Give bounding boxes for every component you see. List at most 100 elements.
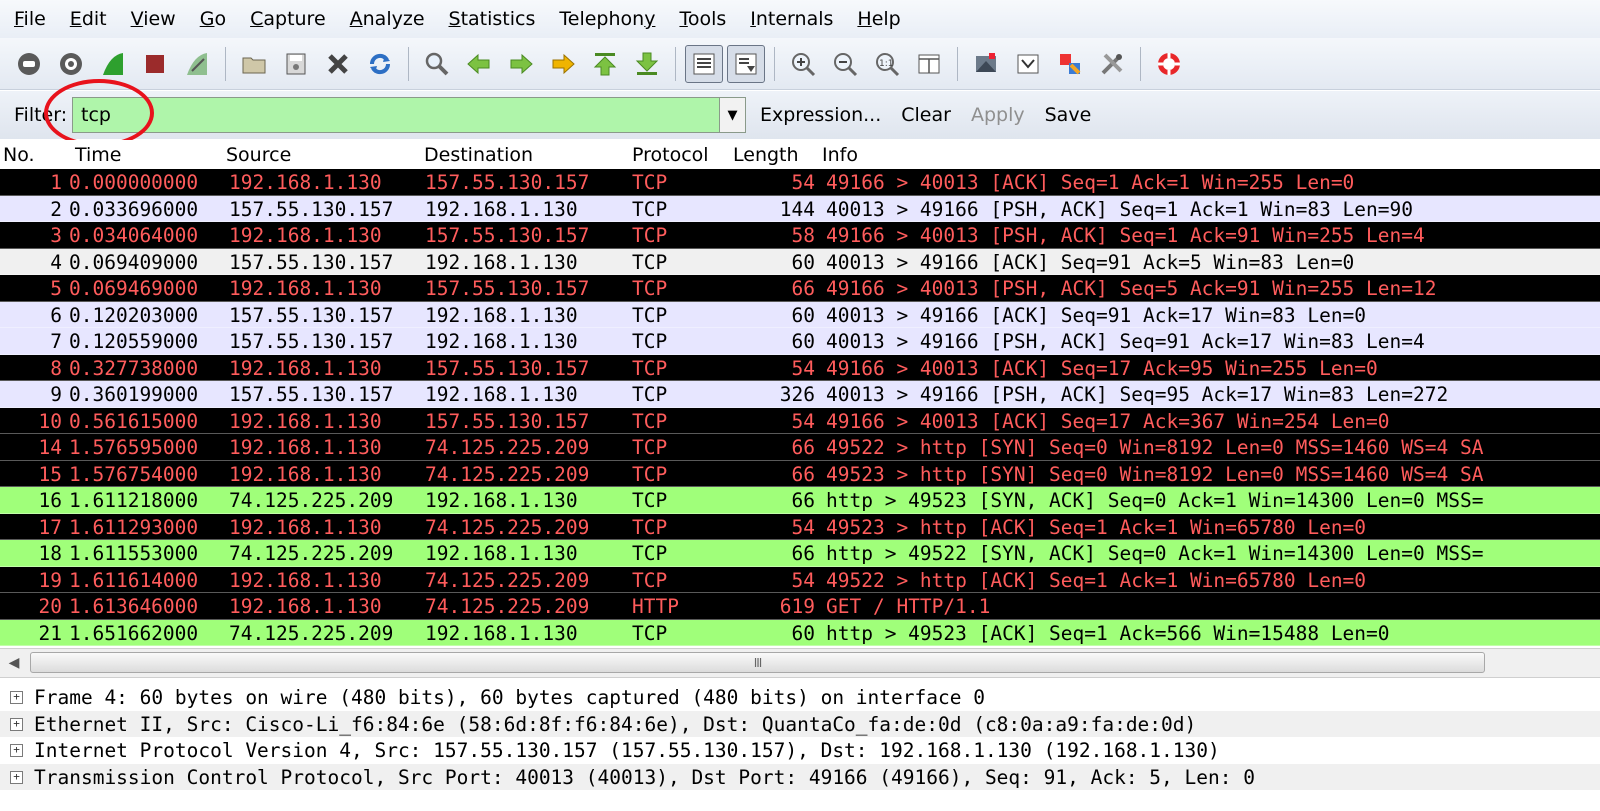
cell-no: 7	[50, 330, 62, 353]
start-capture-icon[interactable]	[94, 45, 132, 83]
packet-row[interactable]: 20 1.613646000 192.168.1.130 74.125.225.209…	[0, 593, 1600, 620]
zoom-out-icon[interactable]	[826, 45, 864, 83]
packet-row[interactable]: 15 1.576754000 192.168.1.130 74.125.225.209…	[0, 460, 1600, 487]
cell-no: 1	[50, 171, 62, 194]
packet-row[interactable]: 5 0.069469000 192.168.1.130 157.55.130.157 T…	[0, 275, 1600, 302]
cell-destination: 157.55.130.157	[425, 224, 590, 247]
help-icon[interactable]	[1150, 45, 1188, 83]
first-packet-icon[interactable]	[586, 45, 624, 83]
menu-help[interactable]: Help	[845, 8, 912, 30]
packet-row[interactable]: 3 0.034064000 192.168.1.130 157.55.130.157 T…	[0, 222, 1600, 249]
open-file-icon[interactable]	[235, 45, 273, 83]
cell-time: 1.576595000	[69, 436, 199, 459]
filter-dropdown-button[interactable]: ▼	[720, 97, 746, 133]
cell-source: 192.168.1.130	[229, 515, 382, 539]
chevron-down-icon: ▼	[727, 107, 738, 123]
capture-options-icon[interactable]	[52, 45, 90, 83]
packet-row[interactable]: 14 1.576595000 192.168.1.130 74.125.225.209…	[0, 434, 1600, 461]
expression-button[interactable]: Expression...	[760, 104, 881, 126]
save-filter-button[interactable]: Save	[1045, 104, 1092, 126]
cell-time: 0.000000000	[69, 171, 199, 194]
clear-button[interactable]: Clear	[901, 104, 951, 126]
interface-list-icon[interactable]	[10, 45, 48, 83]
packet-row[interactable]: 21 1.651662000 74.125.225.209 192.168.1.130…	[0, 619, 1600, 646]
cell-time: 0.120559000	[69, 330, 199, 353]
menu-bar: File Edit View Go Capture Analyze Statistics Te…	[0, 0, 1600, 38]
cell-source: 157.55.130.157	[229, 303, 394, 327]
capture-filters-icon[interactable]	[967, 45, 1005, 83]
find-packet-icon[interactable]	[418, 45, 456, 83]
restart-capture-icon[interactable]	[178, 45, 216, 83]
column-header-length[interactable]: Length	[733, 144, 799, 166]
normal-size-icon[interactable]: 1:1	[868, 45, 906, 83]
menu-mnemonic: S	[448, 8, 461, 30]
cell-info: GET / HTTP/1.1	[826, 595, 991, 618]
coloring-rules-icon[interactable]	[1051, 45, 1089, 83]
column-header-time[interactable]: Time	[75, 144, 122, 166]
toolbar-separator	[1140, 46, 1141, 81]
packet-row[interactable]: 10 0.561615000 192.168.1.130 157.55.130.157…	[0, 407, 1600, 434]
preferences-icon[interactable]	[1093, 45, 1131, 83]
menu-tools[interactable]: Tools	[667, 8, 738, 30]
column-header-info[interactable]: Info	[822, 144, 858, 166]
menu-go[interactable]: Go	[188, 8, 238, 30]
packet-row[interactable]: 6 0.120203000 157.55.130.157 192.168.1.130 T…	[0, 301, 1600, 328]
close-file-icon[interactable]	[319, 45, 357, 83]
menu-statistics[interactable]: Statistics	[437, 8, 548, 30]
toolbar-separator	[225, 46, 226, 81]
reload-icon[interactable]	[361, 45, 399, 83]
colorize-icon[interactable]	[685, 44, 723, 83]
packet-row[interactable]: 4 0.069409000 157.55.130.157 192.168.1.130 T…	[0, 248, 1600, 275]
go-to-packet-icon[interactable]	[544, 45, 582, 83]
packet-list-scrollbar[interactable]: ◀ III	[0, 648, 1600, 678]
packet-row[interactable]: 9 0.360199000 157.55.130.157 192.168.1.130 T…	[0, 381, 1600, 408]
column-header-destination[interactable]: Destination	[424, 144, 533, 166]
go-forward-icon[interactable]	[502, 45, 540, 83]
menu-internals[interactable]: Internals	[738, 8, 845, 30]
menu-file[interactable]: File	[0, 8, 58, 30]
packet-row[interactable]: 17 1.611293000 192.168.1.130 74.125.225.209…	[0, 513, 1600, 540]
menu-capture[interactable]: Capture	[238, 8, 338, 30]
detail-tree-row[interactable]: + Frame 4: 60 bytes on wire (480 bits), 6…	[0, 684, 1600, 711]
save-file-icon[interactable]	[277, 45, 315, 83]
cell-time: 1.613646000	[69, 595, 199, 618]
menu-analyze[interactable]: Analyze	[338, 8, 437, 30]
resize-columns-icon[interactable]	[910, 45, 948, 83]
menu-telephony[interactable]: Telephony	[547, 8, 667, 30]
display-filters-icon[interactable]	[1009, 45, 1047, 83]
scroll-left-arrow-icon[interactable]: ◀	[4, 652, 24, 674]
cell-time: 0.120203000	[69, 303, 199, 327]
zoom-in-icon[interactable]	[784, 45, 822, 83]
menu-edit[interactable]: Edit	[58, 8, 119, 30]
menu-view[interactable]: View	[119, 8, 188, 30]
packet-row[interactable]: 8 0.327738000 192.168.1.130 157.55.130.157 T…	[0, 354, 1600, 381]
detail-tree-row[interactable]: + Internet Protocol Version 4, Src: 157.5…	[0, 737, 1600, 764]
column-header-no[interactable]: No.	[3, 144, 35, 166]
packet-row[interactable]: 16 1.611218000 74.125.225.209 192.168.1.130…	[0, 487, 1600, 514]
stop-capture-icon[interactable]	[136, 45, 174, 83]
filter-input[interactable]: tcp	[72, 97, 720, 133]
expand-plus-icon[interactable]: +	[10, 691, 23, 704]
cell-source: 74.125.225.209	[229, 621, 394, 645]
detail-tree-label: Internet Protocol Version 4, Src: 157.55…	[34, 739, 1220, 762]
column-header-source[interactable]: Source	[226, 144, 291, 166]
expand-plus-icon[interactable]: +	[10, 744, 23, 757]
expand-plus-icon[interactable]: +	[10, 717, 23, 731]
packet-row[interactable]: 19 1.611614000 192.168.1.130 74.125.225.209…	[0, 566, 1600, 593]
detail-tree-row[interactable]: + Ethernet II, Src: Cisco-Li_f6:84:6e (58…	[0, 710, 1600, 737]
packet-row[interactable]: 7 0.120559000 157.55.130.157 192.168.1.130 T…	[0, 328, 1600, 355]
go-back-icon[interactable]	[460, 45, 498, 83]
apply-button[interactable]: Apply	[971, 104, 1025, 126]
packet-row[interactable]: 18 1.611553000 74.125.225.209 192.168.1.130…	[0, 540, 1600, 567]
last-packet-icon[interactable]	[628, 45, 666, 83]
toolbar-separator	[957, 46, 958, 81]
autoscroll-icon[interactable]	[727, 44, 765, 83]
cell-no: 2	[50, 197, 62, 221]
detail-tree-row[interactable]: + Transmission Control Protocol, Src Port…	[0, 763, 1600, 790]
packet-row[interactable]: 1 0.000000000 192.168.1.130 157.55.130.157 T…	[0, 169, 1600, 196]
packet-row[interactable]: 2 0.033696000 157.55.130.157 192.168.1.130 T…	[0, 195, 1600, 222]
scrollbar-thumb[interactable]: III	[30, 652, 1485, 673]
column-header-protocol[interactable]: Protocol	[632, 144, 709, 166]
cell-destination: 157.55.130.157	[425, 277, 590, 300]
expand-plus-icon[interactable]: +	[10, 770, 23, 784]
